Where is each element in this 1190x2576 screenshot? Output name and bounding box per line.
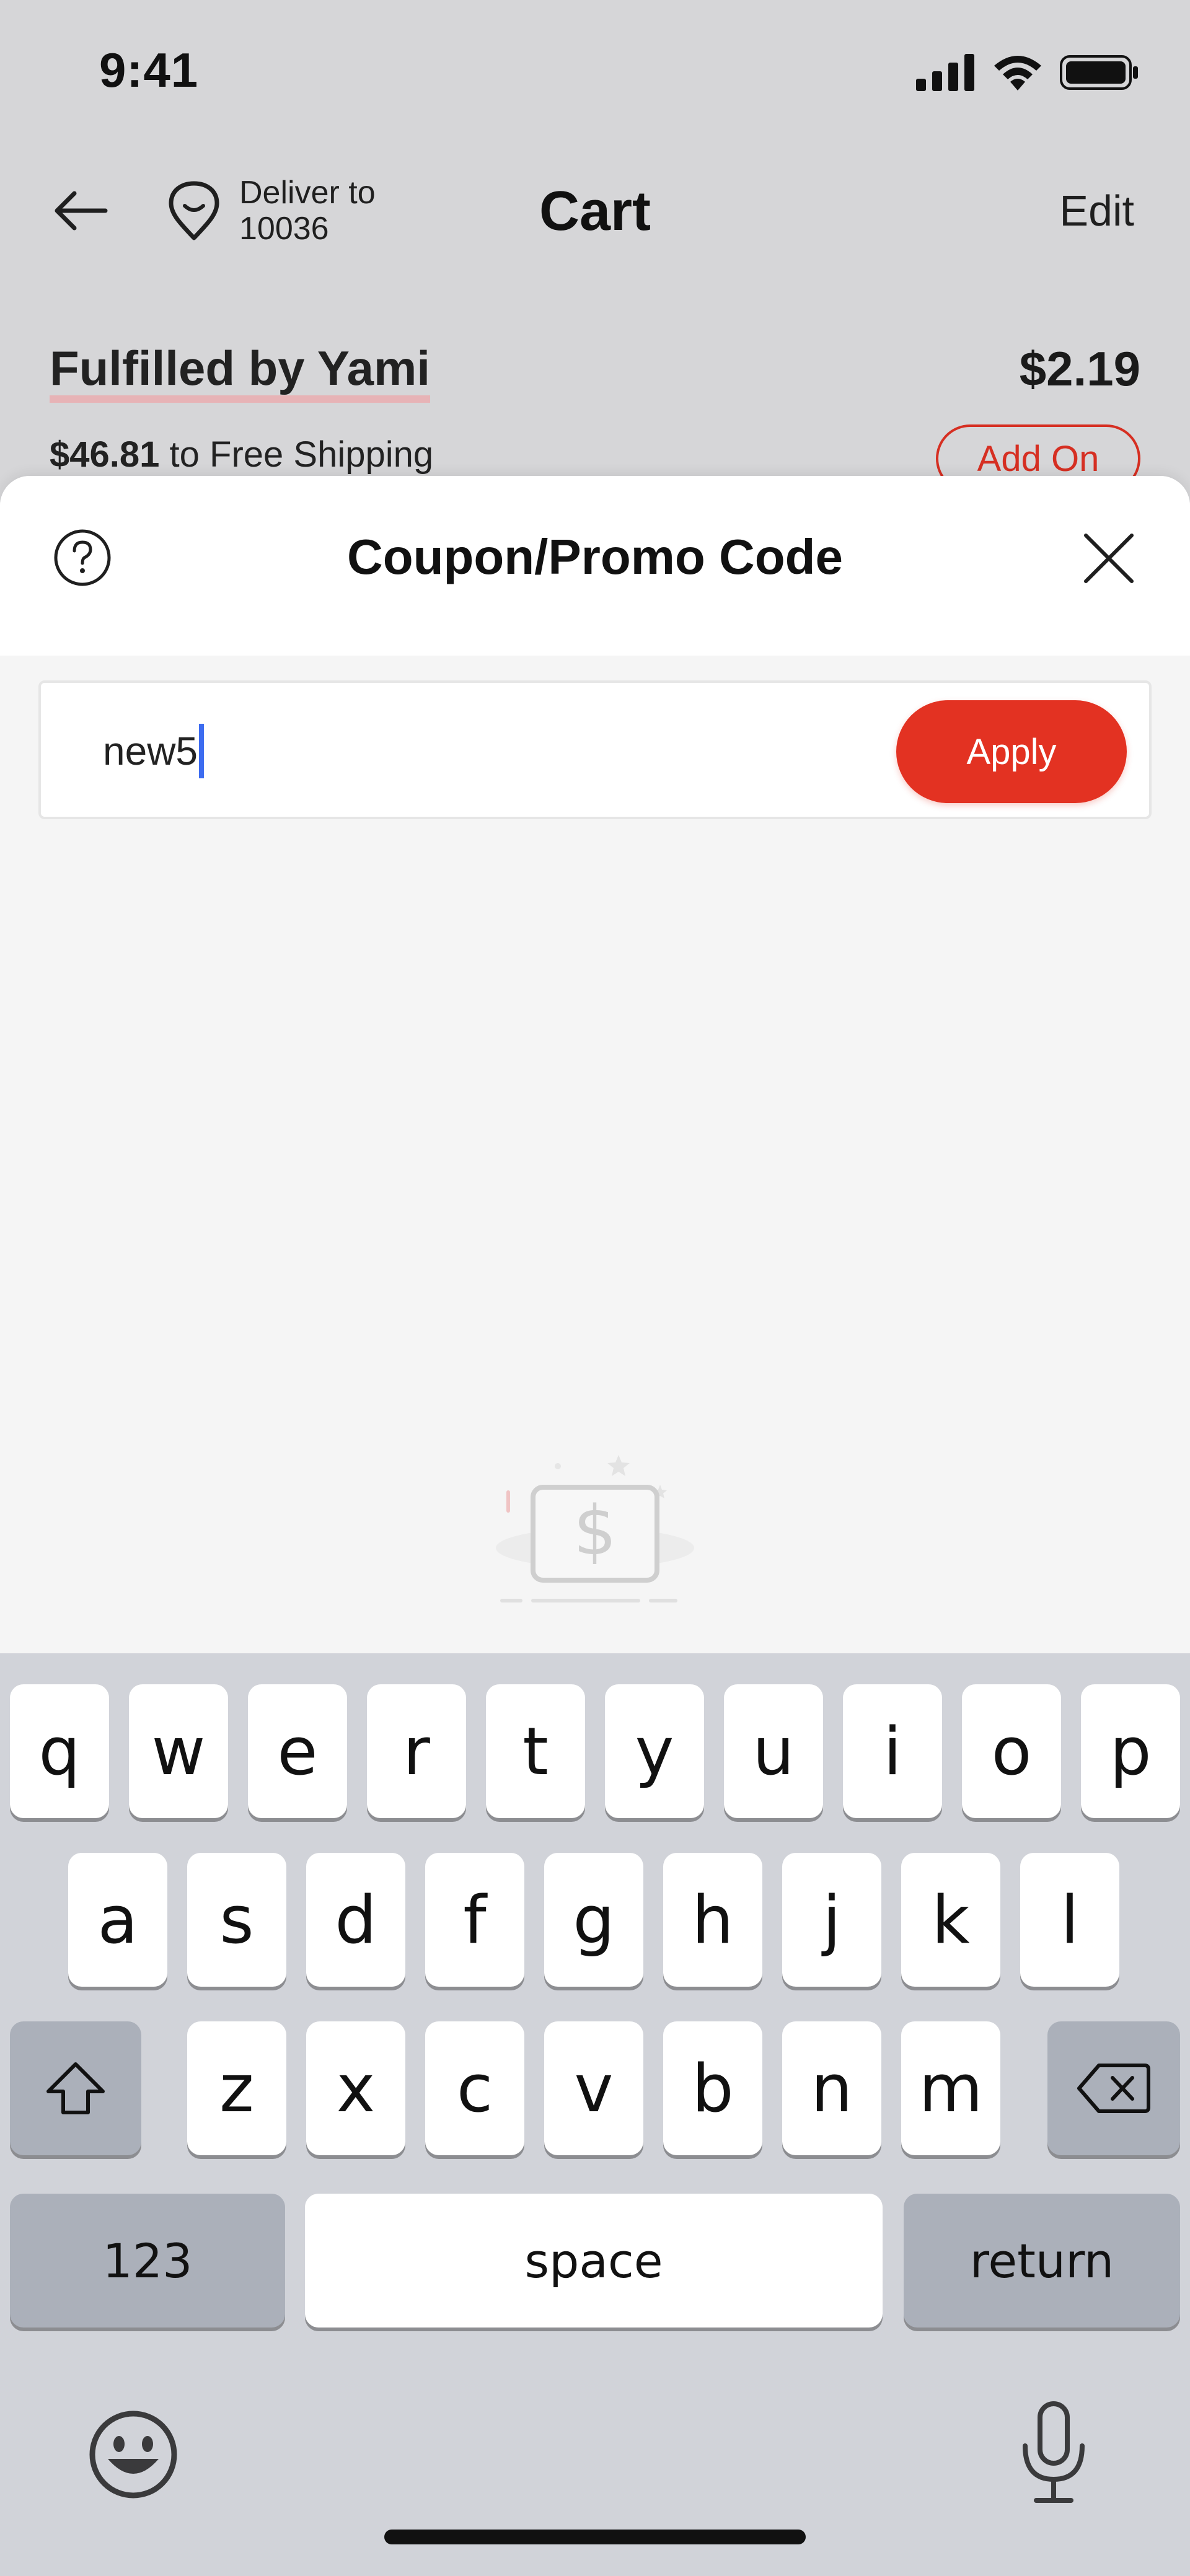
text-caret bbox=[199, 724, 204, 778]
coupon-sheet: Coupon/Promo Code new5 Apply $ bbox=[0, 476, 1190, 1715]
sheet-header: Coupon/Promo Code bbox=[0, 476, 1190, 656]
key-i[interactable]: i bbox=[843, 1684, 942, 1818]
wifi-icon bbox=[994, 56, 1041, 90]
edit-button[interactable]: Edit bbox=[1059, 186, 1134, 235]
backspace-icon bbox=[1077, 2064, 1150, 2113]
free-shipping-label: to Free Shipping bbox=[169, 434, 434, 475]
free-shipping-text: $46.81 to Free Shipping bbox=[50, 434, 433, 475]
fulfillment-summary: Fulfilled by Yami $2.19 $46.81 to Free S… bbox=[0, 341, 1190, 493]
key-o[interactable]: o bbox=[962, 1684, 1061, 1818]
key-q[interactable]: q bbox=[10, 1684, 109, 1818]
key-m[interactable]: m bbox=[901, 2021, 1000, 2155]
free-shipping-amount: $46.81 bbox=[50, 434, 160, 475]
battery-icon bbox=[1060, 55, 1138, 90]
empty-coupon-icon: $ bbox=[496, 1455, 694, 1602]
emoji-icon[interactable] bbox=[87, 2408, 180, 2501]
space-key[interactable]: space bbox=[305, 2194, 883, 2328]
fulfillment-title: Fulfilled by Yami bbox=[50, 341, 431, 403]
promo-code-input[interactable]: new5 bbox=[103, 720, 204, 782]
home-indicator bbox=[384, 2530, 806, 2544]
key-b[interactable]: b bbox=[663, 2021, 762, 2155]
sheet-title: Coupon/Promo Code bbox=[347, 529, 843, 584]
key-j[interactable]: j bbox=[782, 1853, 881, 1987]
return-key[interactable]: return bbox=[904, 2194, 1180, 2328]
page-title: Cart bbox=[539, 180, 651, 242]
key-d[interactable]: d bbox=[306, 1853, 405, 1987]
software-keyboard: qwertyuiop asdfghjkl zxcvbnm 123 space r… bbox=[0, 1653, 1190, 2576]
numbers-key[interactable]: 123 bbox=[10, 2194, 285, 2328]
key-h[interactable]: h bbox=[663, 1853, 762, 1987]
key-k[interactable]: k bbox=[901, 1853, 1000, 1987]
key-z[interactable]: z bbox=[187, 2021, 286, 2155]
shift-key[interactable] bbox=[10, 2021, 141, 2155]
key-n[interactable]: n bbox=[782, 2021, 881, 2155]
page: 9:41 Deliver to 10036 Cart Edit Fulfille… bbox=[0, 0, 1190, 2576]
apply-button[interactable]: Apply bbox=[896, 700, 1127, 803]
cart-header: Deliver to 10036 Cart Edit bbox=[0, 143, 1190, 279]
key-u[interactable]: u bbox=[724, 1684, 823, 1818]
key-c[interactable]: c bbox=[425, 2021, 524, 2155]
status-icons bbox=[916, 53, 1140, 92]
key-g[interactable]: g bbox=[544, 1853, 643, 1987]
key-t[interactable]: t bbox=[486, 1684, 585, 1818]
delete-key[interactable] bbox=[1047, 2021, 1180, 2155]
key-r[interactable]: r bbox=[367, 1684, 466, 1818]
svg-text:$: $ bbox=[573, 1491, 617, 1570]
key-w[interactable]: w bbox=[129, 1684, 228, 1818]
key-y[interactable]: y bbox=[605, 1684, 704, 1818]
key-e[interactable]: e bbox=[248, 1684, 347, 1818]
close-icon[interactable] bbox=[1081, 530, 1137, 586]
key-s[interactable]: s bbox=[187, 1853, 286, 1987]
key-p[interactable]: p bbox=[1081, 1684, 1180, 1818]
key-x[interactable]: x bbox=[306, 2021, 405, 2155]
key-a[interactable]: a bbox=[68, 1853, 167, 1987]
cellular-signal-icon bbox=[916, 54, 974, 91]
status-time: 9:41 bbox=[99, 43, 199, 97]
fulfillment-price: $2.19 bbox=[1019, 341, 1140, 396]
key-v[interactable]: v bbox=[544, 2021, 643, 2155]
promo-code-field: new5 Apply bbox=[38, 680, 1152, 819]
key-f[interactable]: f bbox=[425, 1853, 524, 1987]
promo-code-value: new5 bbox=[103, 729, 198, 773]
key-l[interactable]: l bbox=[1020, 1853, 1119, 1987]
shift-icon bbox=[46, 2062, 105, 2114]
microphone-icon[interactable] bbox=[1016, 2400, 1091, 2505]
status-bar: 9:41 bbox=[0, 0, 1190, 143]
